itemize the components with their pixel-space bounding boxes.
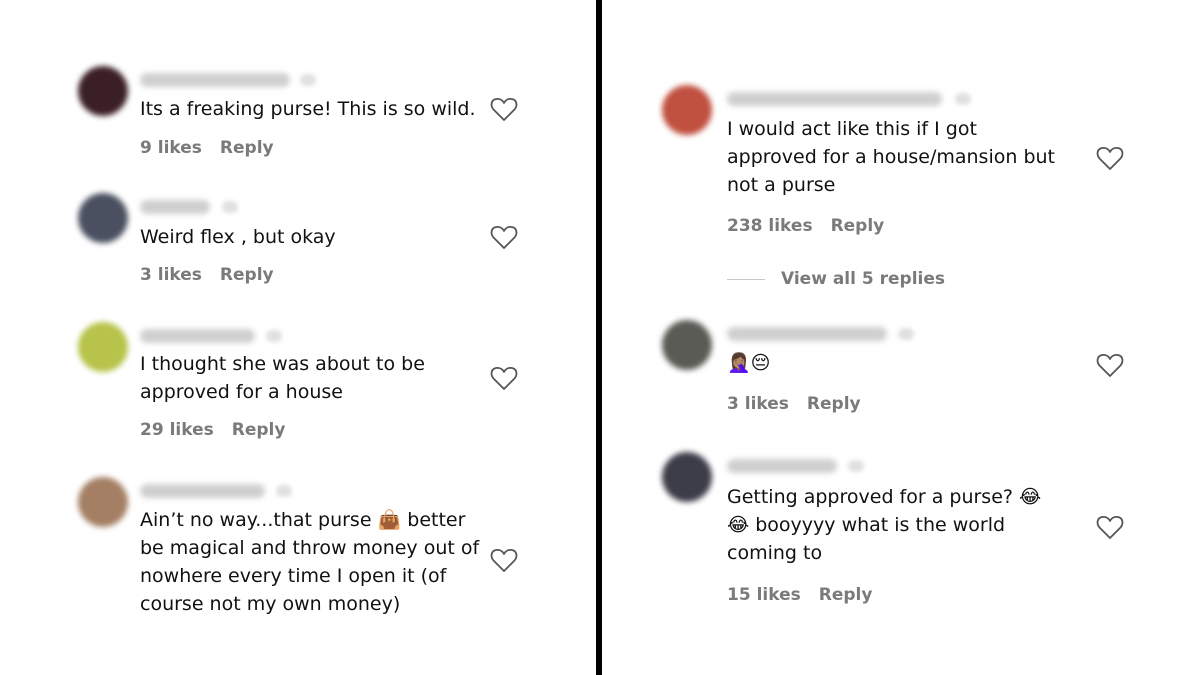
comment-meta: 238 likes Reply <box>727 216 902 236</box>
username-blurred[interactable] <box>727 327 887 341</box>
comment-text: Weird flex , but okay <box>140 226 336 248</box>
reply-button[interactable]: Reply <box>819 585 873 605</box>
comment-text: Ain’t no way...that purse 👜 better be ma… <box>140 509 480 615</box>
comment-time-blurred <box>276 485 292 497</box>
comment-time-blurred <box>848 460 864 472</box>
comment-time-blurred <box>300 74 316 86</box>
reply-button[interactable]: Reply <box>220 138 274 158</box>
comment-meta: 9 likes Reply <box>140 138 292 158</box>
reply-button[interactable]: Reply <box>831 216 885 236</box>
username-blurred[interactable] <box>140 73 290 87</box>
avatar[interactable] <box>78 66 128 116</box>
username-blurred[interactable] <box>140 200 210 214</box>
heart-icon[interactable] <box>1096 145 1124 171</box>
heart-icon[interactable] <box>1096 352 1124 378</box>
view-replies-button[interactable]: View all 5 replies <box>781 269 945 289</box>
likes-count[interactable]: 29 likes <box>140 420 214 440</box>
avatar[interactable] <box>78 477 128 527</box>
comment-text: I thought she was about to be approved f… <box>140 353 425 403</box>
username-blurred[interactable] <box>140 484 265 498</box>
comment-time-blurred <box>955 93 971 105</box>
avatar[interactable] <box>662 452 712 502</box>
view-replies-line <box>727 279 765 280</box>
comment-meta: 29 likes Reply <box>140 420 303 440</box>
comment-time-blurred <box>222 201 238 213</box>
username-blurred[interactable] <box>140 329 255 343</box>
heart-icon[interactable] <box>1096 514 1124 540</box>
likes-count[interactable]: 9 likes <box>140 138 202 158</box>
panel-divider <box>596 0 602 675</box>
likes-count[interactable]: 3 likes <box>140 265 202 285</box>
avatar[interactable] <box>78 322 128 372</box>
comment-text: Getting approved for a purse? 😂 😂 booyyy… <box>727 486 1042 564</box>
avatar[interactable] <box>78 193 128 243</box>
heart-icon[interactable] <box>490 365 518 391</box>
comment-meta: 15 likes Reply <box>727 585 890 605</box>
likes-count[interactable]: 15 likes <box>727 585 801 605</box>
avatar[interactable] <box>662 320 712 370</box>
heart-icon[interactable] <box>490 224 518 250</box>
heart-icon[interactable] <box>490 547 518 573</box>
avatar[interactable] <box>662 85 712 135</box>
username-blurred[interactable] <box>727 92 942 106</box>
comment-meta: 3 likes Reply <box>140 265 292 285</box>
likes-count[interactable]: 238 likes <box>727 216 813 236</box>
reply-button[interactable]: Reply <box>807 394 861 414</box>
username-blurred[interactable] <box>727 459 837 473</box>
heart-icon[interactable] <box>490 96 518 122</box>
comment-time-blurred <box>898 328 914 340</box>
comment-meta: 3 likes Reply <box>727 394 879 414</box>
likes-count[interactable]: 3 likes <box>727 394 789 414</box>
comment-time-blurred <box>266 330 282 342</box>
comment-text: Its a freaking purse! This is so wild. <box>140 98 476 120</box>
comment-text: 🤦🏽‍♀️😔 <box>727 352 771 374</box>
reply-button[interactable]: Reply <box>220 265 274 285</box>
reply-button[interactable]: Reply <box>232 420 286 440</box>
comment-text: I would act like this if I got approved … <box>727 118 1055 196</box>
